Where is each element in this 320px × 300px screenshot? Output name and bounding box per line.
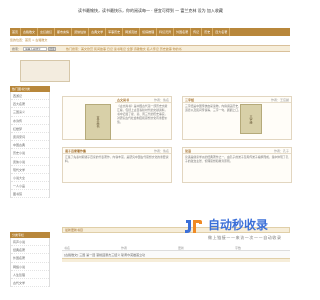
- nav-item[interactable]: 四大名著: [213, 28, 231, 36]
- nav-item[interactable]: 首页: [10, 28, 22, 36]
- book-description: 汇集了先秦时期诸子百家的代表著作，内容丰富，是研究中国古代思想文化的重要资料。: [65, 155, 169, 163]
- sidebar-item[interactable]: 网络小说: [11, 263, 49, 271]
- nav-item[interactable]: 历史: [202, 28, 214, 36]
- book-cover-image[interactable]: 三字经: [240, 104, 262, 134]
- sidebar-item[interactable]: 小说大全: [11, 174, 49, 183]
- book-title[interactable]: 古文尚书: [117, 97, 129, 102]
- book-card[interactable]: 论语 作者：孔子 论语是儒家学派的经典著作之一，由孔子的弟子及再传弟子编撰而成，…: [182, 147, 292, 183]
- sidebar-item[interactable]: 人生哲理: [11, 271, 49, 279]
- nav-item[interactable]: 古籍散文: [21, 28, 39, 36]
- main-nav: 首页 古籍散文 玄幻魔幻 都市言情 武侠仙侠 古典文学 军事历史 网游竞技 侦探…: [10, 28, 290, 36]
- book-title[interactable]: 诸子百家著作集: [65, 148, 86, 153]
- sidebar-item[interactable]: 三国演义: [11, 108, 49, 117]
- row-text[interactable]: [古籍散文] 三国 第一回 宴桃园豪杰三结义 斩黄巾英雄首立功: [62, 253, 145, 257]
- watermark-subtitle: 做上链接——来访一次——自动收录: [208, 235, 282, 240]
- sidebar-columns: 分类专栏 有声小说 经典名著 外国名著 网络小说 人生哲理 古代文学: [10, 232, 50, 288]
- book-author: 作者：佚名: [153, 98, 169, 102]
- sidebar-item[interactable]: 武侠小说: [11, 158, 49, 166]
- book-description: 论语是儒家学派的经典著作之一，由孔子的弟子及再传弟子编撰而成，集中体现了孔子的政…: [185, 155, 289, 163]
- sidebar-item[interactable]: 历史小说: [11, 149, 49, 158]
- nav-item[interactable]: 军事历史: [106, 28, 124, 36]
- nav-item[interactable]: 侦探推理: [140, 28, 158, 36]
- cover-title: 三字经: [249, 114, 253, 124]
- nav-item[interactable]: 玄幻魔幻: [38, 28, 56, 36]
- nav-item[interactable]: 网游竞技: [123, 28, 141, 36]
- search-button[interactable]: 搜索: [48, 46, 57, 51]
- sidebar-item[interactable]: 四大名著: [11, 100, 49, 109]
- book-card[interactable]: 三字经 作者：王应麟 三字经是中国传统启蒙读物，内容涵盖历史、天文、地理、道德以…: [182, 96, 292, 140]
- sidebar-item[interactable]: 中国古典: [11, 141, 49, 150]
- column-header: 书名: [64, 245, 71, 250]
- sidebar-item[interactable]: 有声小说: [11, 238, 49, 247]
- book-description: 《古文尚书》是中国古代第一部历史文献汇编，包括上古至春秋时代的文献资料，书中记载…: [117, 104, 168, 124]
- search-bar: 搜索： 请输入关键字 搜索 热门搜索：美文欣赏 民间故事 日记 读书笔记 全部 …: [10, 45, 290, 52]
- search-label: 搜索：: [12, 46, 22, 51]
- sidebar-item[interactable]: 现代文学: [11, 166, 49, 174]
- sidebar-item[interactable]: 西游记: [11, 92, 49, 101]
- book-card[interactable]: 诸子百家著作集 作者：佚名 汇集了先秦时期诸子百家的代表著作，内容丰富，是研究中…: [62, 147, 172, 183]
- book-card[interactable]: 古文尚书 作者：佚名 《古文尚书》是中国古代第一部历史文献汇编，包括上古至春秋时…: [62, 96, 172, 140]
- book-author: 作者：王应麟: [270, 98, 289, 102]
- search-input[interactable]: 请输入关键字: [23, 46, 48, 51]
- watermark-title: 自动秒收录: [208, 218, 269, 232]
- sidebar-item[interactable]: 唐诗宋词: [11, 133, 49, 142]
- sidebar-item[interactable]: 红楼梦: [11, 125, 49, 133]
- book-cover-image[interactable]: 古文尚书: [85, 104, 111, 140]
- sidebar-item[interactable]: 图书馆: [11, 190, 49, 199]
- sidebar-item[interactable]: 经典名著: [11, 246, 49, 255]
- nav-item[interactable]: 武侠仙侠: [72, 28, 90, 36]
- column-header: 作者: [121, 245, 128, 250]
- book-title[interactable]: 论语: [185, 148, 191, 153]
- book-author: 作者：孔子: [273, 149, 289, 153]
- watermark: 自动秒收录 做上链接——来访一次——自动收录: [182, 214, 302, 254]
- book-author: 作者：佚名: [153, 149, 169, 153]
- hot-search-links[interactable]: 热门搜索：美文欣赏 民间故事 日记 读书笔记 全部 诗歌散文 名人传记 历史故事…: [66, 47, 182, 51]
- nav-item[interactable]: 古典文学: [89, 28, 107, 36]
- breadcrumb: 您的位置：首页 > 古籍散文: [10, 38, 48, 42]
- nav-item[interactable]: 传记: [191, 28, 203, 36]
- banner-image: [20, 60, 70, 82]
- sidebar-item[interactable]: 古代文学: [11, 279, 49, 288]
- site-tagline: 读书最愉快，读书最快乐，你的阅读每一 · 便宜可得到 — 富兰克林 设为 加入收…: [78, 8, 223, 13]
- nav-item[interactable]: 都市言情: [55, 28, 73, 36]
- nav-item[interactable]: 外国名著: [174, 28, 192, 36]
- sidebar-item[interactable]: 一人小品: [11, 182, 49, 191]
- sidebar-item[interactable]: 外国名著: [11, 254, 49, 263]
- cover-title: 古文尚书: [96, 116, 100, 128]
- sidebar-categories: 热门图书分类 西游记 四大名著 三国演义 水浒传 红楼梦 唐诗宋词 中国古典 历…: [10, 86, 50, 199]
- nav-item[interactable]: 科幻灵异: [157, 28, 175, 36]
- footer-bar: [62, 258, 290, 262]
- watermark-logo-icon: [185, 220, 202, 233]
- book-title[interactable]: 三字经: [185, 97, 194, 102]
- sidebar-item[interactable]: 水浒传: [11, 117, 49, 125]
